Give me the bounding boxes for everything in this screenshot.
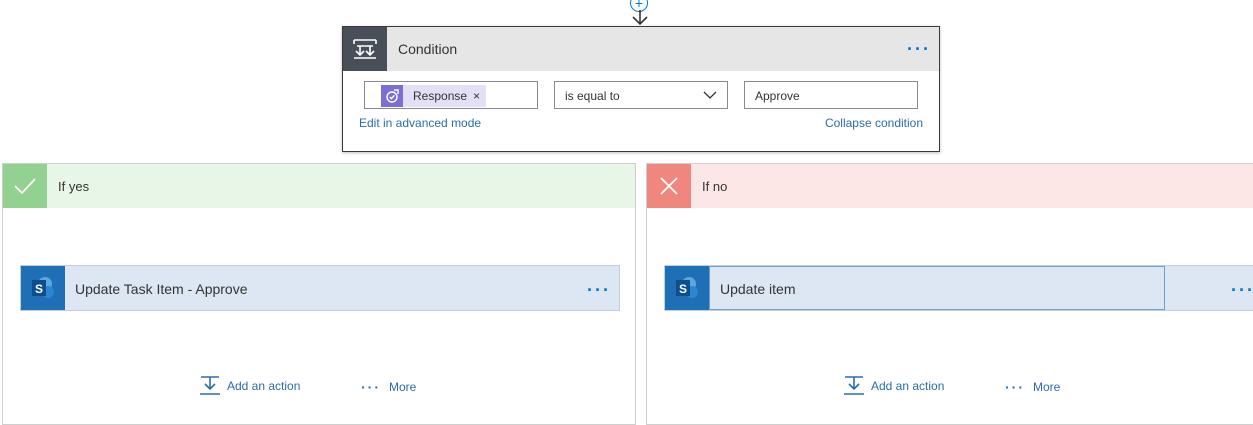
close-icon	[647, 164, 691, 208]
action-title: Update Task Item - Approve	[75, 281, 248, 297]
condition-value-text: Approve	[755, 89, 800, 103]
condition-menu-button[interactable]: ···	[907, 40, 931, 58]
token-label: Response	[413, 89, 468, 103]
more-button[interactable]: ··· More	[1005, 379, 1060, 395]
sharepoint-icon: S	[21, 266, 65, 310]
operator-value: is equal to	[565, 89, 620, 103]
collapse-condition-link[interactable]: Collapse condition	[825, 116, 923, 130]
if-no-title: If no	[702, 179, 728, 194]
arrow-down-icon	[632, 10, 648, 26]
more-label: More	[389, 380, 417, 394]
action-menu-button[interactable]: ···	[587, 281, 611, 299]
if-yes-branch: If yes S Update Task Item - Approve ··· …	[2, 163, 636, 425]
svg-text:S: S	[679, 282, 687, 296]
add-action-label: Add an action	[871, 379, 945, 393]
approvals-icon	[381, 85, 403, 107]
response-token[interactable]: Response ×	[381, 85, 487, 107]
condition-title: Condition	[398, 41, 458, 57]
if-no-header[interactable]: If no	[647, 164, 1253, 208]
action-title-field[interactable]: Update item	[709, 266, 1165, 310]
add-action-button[interactable]: Add an action	[843, 376, 944, 396]
edit-advanced-mode-link[interactable]: Edit in advanced mode	[359, 116, 481, 130]
plus-icon: +	[634, 0, 644, 11]
add-action-icon	[200, 376, 220, 395]
sharepoint-icon: S	[665, 266, 709, 310]
add-action-button[interactable]: Add an action	[199, 376, 300, 396]
chevron-down-icon	[703, 91, 717, 99]
more-button[interactable]: ··· More	[361, 379, 416, 395]
condition-value-input[interactable]: Approve	[744, 81, 918, 109]
ellipsis-icon: ···	[361, 379, 381, 395]
token-remove-button[interactable]: ×	[473, 89, 480, 103]
if-yes-header[interactable]: If yes	[3, 164, 635, 208]
condition-card: Condition ··· Response × is equal to App…	[342, 26, 940, 152]
more-label: More	[1033, 380, 1061, 394]
operator-dropdown[interactable]: is equal to	[554, 81, 728, 109]
condition-left-operand[interactable]: Response ×	[364, 81, 538, 109]
action-menu-button[interactable]: ···	[1231, 281, 1253, 299]
condition-icon	[343, 27, 387, 71]
add-action-icon	[844, 376, 864, 395]
ellipsis-icon: ···	[1005, 379, 1025, 395]
action-title: Update item	[720, 281, 796, 297]
if-yes-title: If yes	[58, 179, 90, 194]
update-item-action[interactable]: S Update item ···	[664, 265, 1253, 311]
checkmark-icon	[3, 164, 47, 208]
add-action-label: Add an action	[227, 379, 301, 393]
condition-header[interactable]: Condition ···	[343, 27, 939, 71]
update-task-item-action[interactable]: S Update Task Item - Approve ···	[20, 265, 620, 311]
svg-text:S: S	[35, 282, 43, 296]
if-no-branch: If no S Update item ··· Add an action ··…	[646, 163, 1253, 425]
